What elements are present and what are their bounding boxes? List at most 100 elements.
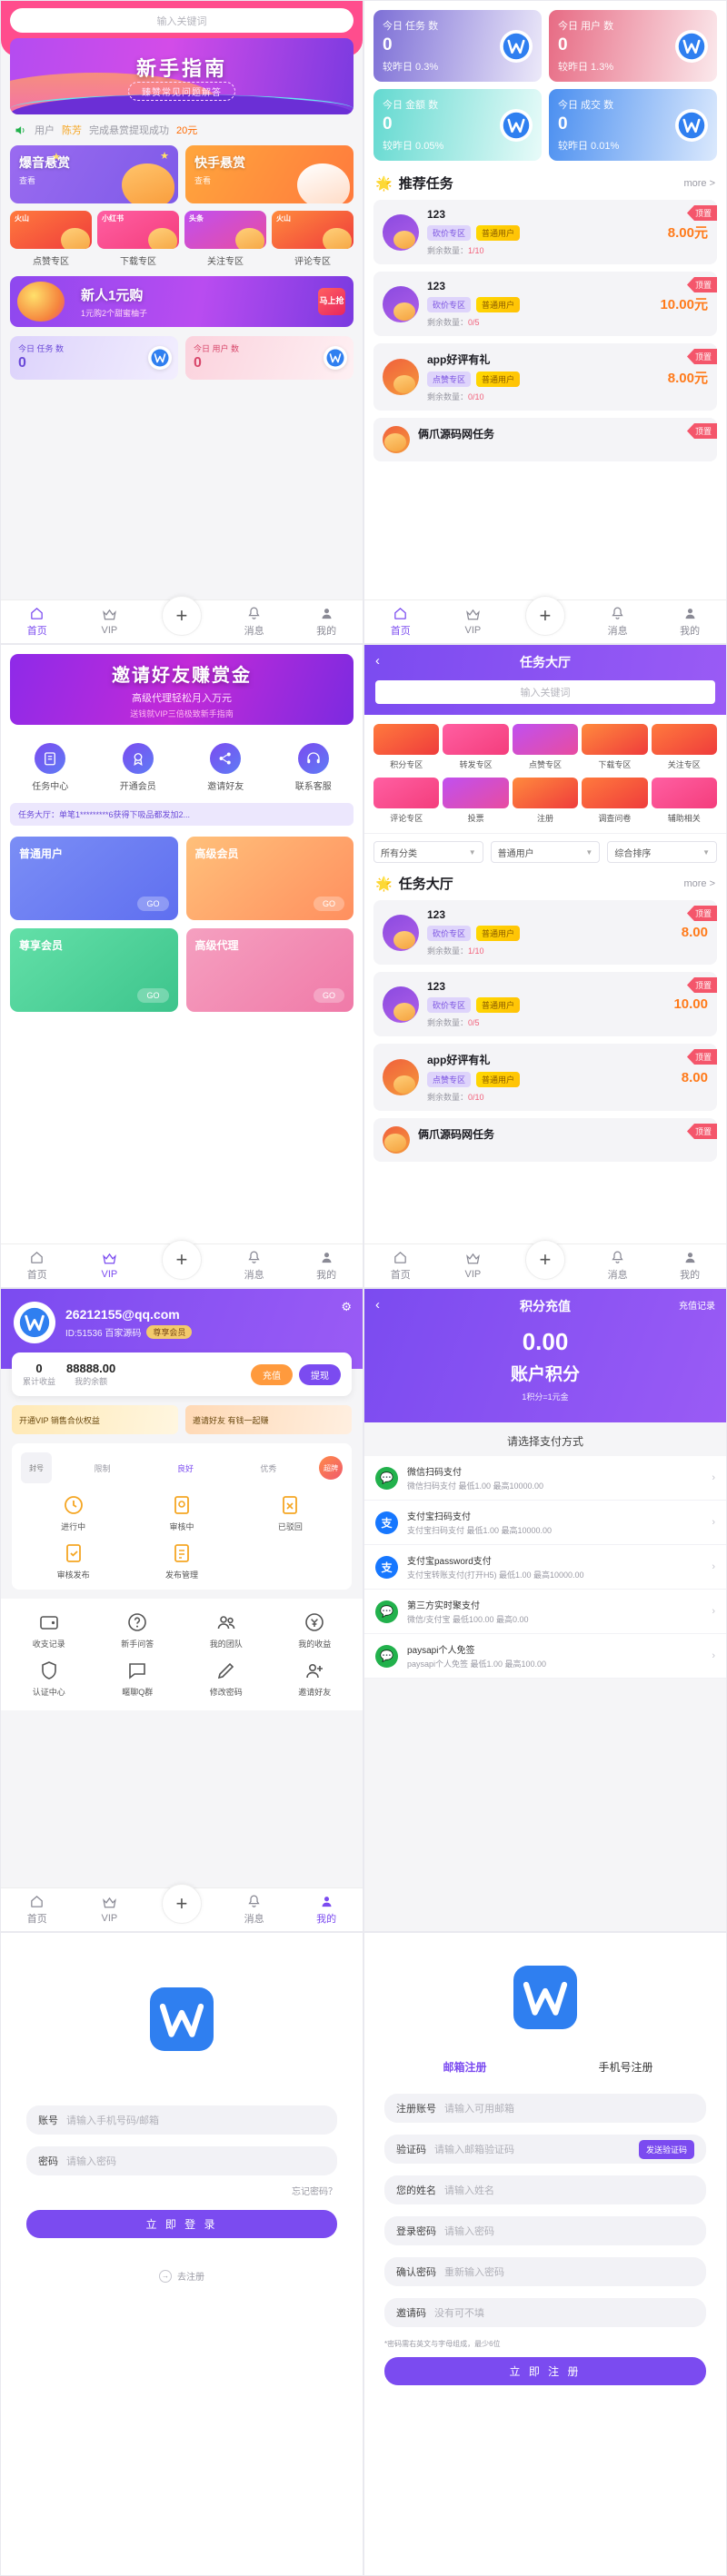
promo-invite-friends[interactable]: 邀请好友 有钱一起赚 bbox=[185, 1405, 352, 1434]
bottom-tabbar[interactable]: 首页 VIP + 消息 我的 bbox=[1, 1243, 363, 1287]
plan-card-agent[interactable]: 高级代理 GO bbox=[186, 928, 354, 1012]
tab-mine[interactable]: 我的 bbox=[290, 1894, 363, 1926]
tab-vip[interactable]: VIP bbox=[74, 1252, 146, 1280]
tab-message[interactable]: 消息 bbox=[582, 606, 654, 638]
login-button[interactable]: 立 即 登 录 bbox=[26, 2210, 337, 2238]
register-code-field[interactable]: 验证码 请输入邮箱验证码 发送验证码 bbox=[384, 2135, 706, 2164]
tile-rejected[interactable]: 已驳回 bbox=[238, 1494, 343, 1532]
bottom-tabbar[interactable]: 首页 VIP + 消息 我的 bbox=[1, 599, 363, 643]
search-input[interactable]: 输入关键词 bbox=[375, 680, 715, 704]
chevron-left-icon[interactable]: ‹ bbox=[375, 1297, 380, 1313]
list-item[interactable]: 💬 paysapi个人免签paysapi个人免签 最低1.00 最高100.00… bbox=[364, 1634, 726, 1679]
filter-sort[interactable]: 综合排序▼ bbox=[607, 841, 717, 863]
bottom-tabbar[interactable]: 首页 VIP + 消息 我的 bbox=[364, 1243, 726, 1287]
plus-icon[interactable]: + bbox=[525, 596, 565, 636]
tile-publish-manage[interactable]: 发布管理 bbox=[129, 1542, 234, 1580]
account-field[interactable]: 账号 请输入手机号码/邮箱 bbox=[26, 2105, 337, 2135]
more-link[interactable]: more > bbox=[683, 178, 715, 189]
send-code-button[interactable]: 发送验证码 bbox=[639, 2140, 694, 2159]
tab-mine[interactable]: 我的 bbox=[290, 1250, 363, 1282]
category-dianzan[interactable]: 点赞专区 bbox=[513, 724, 578, 770]
register-password-field[interactable]: 登录密码 请输入密码 bbox=[384, 2216, 706, 2245]
action-invite-friend[interactable]: 邀请好友 bbox=[182, 743, 270, 792]
plan-go-button[interactable]: GO bbox=[137, 988, 168, 1003]
category-jifen[interactable]: 积分专区 bbox=[373, 724, 439, 770]
tab-vip[interactable]: VIP bbox=[74, 1896, 146, 1924]
category-pinglun[interactable]: 评论专区 bbox=[373, 778, 439, 824]
register-name-field[interactable]: 您的姓名 请输入姓名 bbox=[384, 2175, 706, 2204]
action-contact-support[interactable]: 联系客服 bbox=[270, 743, 358, 792]
tile-review-publish[interactable]: 审核发布 bbox=[21, 1542, 125, 1580]
banner-pill[interactable]: 臻赞常见问题解答 bbox=[128, 82, 235, 101]
gear-icon[interactable]: ⚙ bbox=[341, 1300, 352, 1314]
tab-message[interactable]: 消息 bbox=[582, 1250, 654, 1282]
card-baoyin-bounty[interactable]: ★ ★ 爆音悬赏 查看 bbox=[10, 145, 178, 203]
table-row[interactable]: 俩爪源码网任务 顶置 bbox=[373, 418, 717, 461]
register-account-field[interactable]: 注册账号 请输入可用邮箱 bbox=[384, 2094, 706, 2123]
tab-mine[interactable]: 我的 bbox=[290, 606, 363, 638]
recharge-record-link[interactable]: 充值记录 bbox=[679, 1298, 715, 1312]
tile-reviewing[interactable]: 审核中 bbox=[129, 1494, 234, 1532]
menu-my-team[interactable]: 我的团队 bbox=[184, 1611, 269, 1650]
category-zhuanfa[interactable]: 转发专区 bbox=[443, 724, 508, 770]
list-item[interactable]: 支 支付宝扫码支付支付宝扫码支付 最低1.00 最高10000.00 › bbox=[364, 1501, 726, 1545]
promo-button[interactable]: 马上抢 bbox=[318, 288, 345, 315]
tab-home[interactable]: 首页 bbox=[1, 1894, 74, 1926]
category-diaocha[interactable]: 调查问卷 bbox=[582, 778, 647, 824]
action-open-member[interactable]: 开通会员 bbox=[95, 743, 183, 792]
menu-income-record[interactable]: 收支记录 bbox=[6, 1611, 92, 1650]
tab-vip[interactable]: VIP bbox=[74, 608, 146, 636]
bottom-tabbar[interactable]: 首页 VIP + 消息 我的 bbox=[364, 599, 726, 643]
table-row[interactable]: 123 砍价专区 普通用户 剩余数量：1/10 8.00元 顶置 bbox=[373, 200, 717, 264]
tab-publish[interactable]: + bbox=[145, 1253, 218, 1280]
list-item[interactable]: 支 支付宝password支付支付宝转账支付(打开H5) 最低1.00 最高10… bbox=[364, 1545, 726, 1590]
category-xiazai[interactable]: 下载专区 bbox=[582, 724, 647, 770]
menu-chat-group[interactable]: 暱聊Q群 bbox=[95, 1660, 181, 1698]
table-row[interactable]: 123 砍价专区 普通用户 剩余数量：0/5 10.00元 顶置 bbox=[373, 272, 717, 336]
category-fuzhu[interactable]: 辅助相关 bbox=[652, 778, 717, 824]
novice-guide-banner[interactable]: 新手指南 臻赞常见问题解答 bbox=[10, 38, 354, 114]
plan-go-button[interactable]: GO bbox=[137, 897, 168, 911]
menu-invite-friends[interactable]: 邀请好友 bbox=[273, 1660, 358, 1698]
tab-home[interactable]: 首页 bbox=[364, 1250, 437, 1282]
filter-category[interactable]: 所有分类▼ bbox=[373, 841, 483, 863]
table-row[interactable]: 123 砍价专区普通用户 剩余数量：1/10 8.00 顶置 bbox=[373, 900, 717, 965]
table-row[interactable]: 俩爪源码网任务 顶置 bbox=[373, 1118, 717, 1162]
forgot-password-link[interactable]: 忘记密码？ bbox=[26, 2184, 337, 2197]
register-confirm-password-field[interactable]: 确认密码 重新输入密码 bbox=[384, 2257, 706, 2286]
register-button[interactable]: 立 即 注 册 bbox=[384, 2357, 706, 2385]
category-guanzhu[interactable]: 头条 关注专区 bbox=[184, 211, 266, 267]
tab-publish[interactable]: + bbox=[145, 1897, 218, 1924]
more-link[interactable]: more > bbox=[683, 878, 715, 889]
tab-publish[interactable]: + bbox=[509, 609, 582, 636]
tab-mine[interactable]: 我的 bbox=[653, 606, 726, 638]
avatar[interactable] bbox=[14, 1302, 55, 1343]
category-guanzhu[interactable]: 关注专区 bbox=[652, 724, 717, 770]
search-input[interactable]: 输入关键词 bbox=[10, 8, 354, 33]
chevron-left-icon[interactable]: ‹ bbox=[375, 653, 380, 669]
tab-email-register[interactable]: 邮箱注册 bbox=[384, 2051, 545, 2083]
table-row[interactable]: app好评有礼 点赞专区普通用户 剩余数量：0/10 8.00 顶置 bbox=[373, 1044, 717, 1111]
register-invite-code-field[interactable]: 邀请码 没有可不填 bbox=[384, 2298, 706, 2327]
category-xiazai[interactable]: 小红书 下载专区 bbox=[97, 211, 179, 267]
promo-vip-partner[interactable]: 开通VIP 销售合伙权益 bbox=[12, 1405, 178, 1434]
invite-banner[interactable]: 邀请好友赚赏金 高级代理轻松月入万元 送钱就VIP三倍极致新手指南 bbox=[10, 654, 354, 725]
menu-my-earnings[interactable]: 我的收益 bbox=[273, 1611, 358, 1650]
menu-change-password[interactable]: 修改密码 bbox=[184, 1660, 269, 1698]
tab-phone-register[interactable]: 手机号注册 bbox=[545, 2051, 706, 2083]
plan-go-button[interactable]: GO bbox=[314, 988, 344, 1003]
tile-in-progress[interactable]: 进行中 bbox=[21, 1494, 125, 1532]
plus-icon[interactable]: + bbox=[162, 596, 202, 636]
menu-newbie-faq[interactable]: 新手问答 bbox=[95, 1611, 181, 1650]
category-toupiao[interactable]: 投票 bbox=[443, 778, 508, 824]
list-item[interactable]: 💬 第三方实时聚支付微信/支付宝 最低100.00 最高0.00 › bbox=[364, 1590, 726, 1634]
category-pinglun[interactable]: 火山 评论专区 bbox=[272, 211, 354, 267]
plan-card-premium[interactable]: 尊享会员 GO bbox=[10, 928, 178, 1012]
tab-message[interactable]: 消息 bbox=[218, 1894, 291, 1926]
plan-go-button[interactable]: GO bbox=[314, 897, 344, 911]
go-register-link[interactable]: → 去注册 bbox=[26, 2269, 337, 2283]
tab-publish[interactable]: + bbox=[145, 609, 218, 636]
register-tabs[interactable]: 邮箱注册 手机号注册 bbox=[384, 2051, 706, 2083]
tab-vip[interactable]: VIP bbox=[437, 608, 510, 636]
table-row[interactable]: 123 砍价专区普通用户 剩余数量：0/5 10.00 顶置 bbox=[373, 972, 717, 1036]
